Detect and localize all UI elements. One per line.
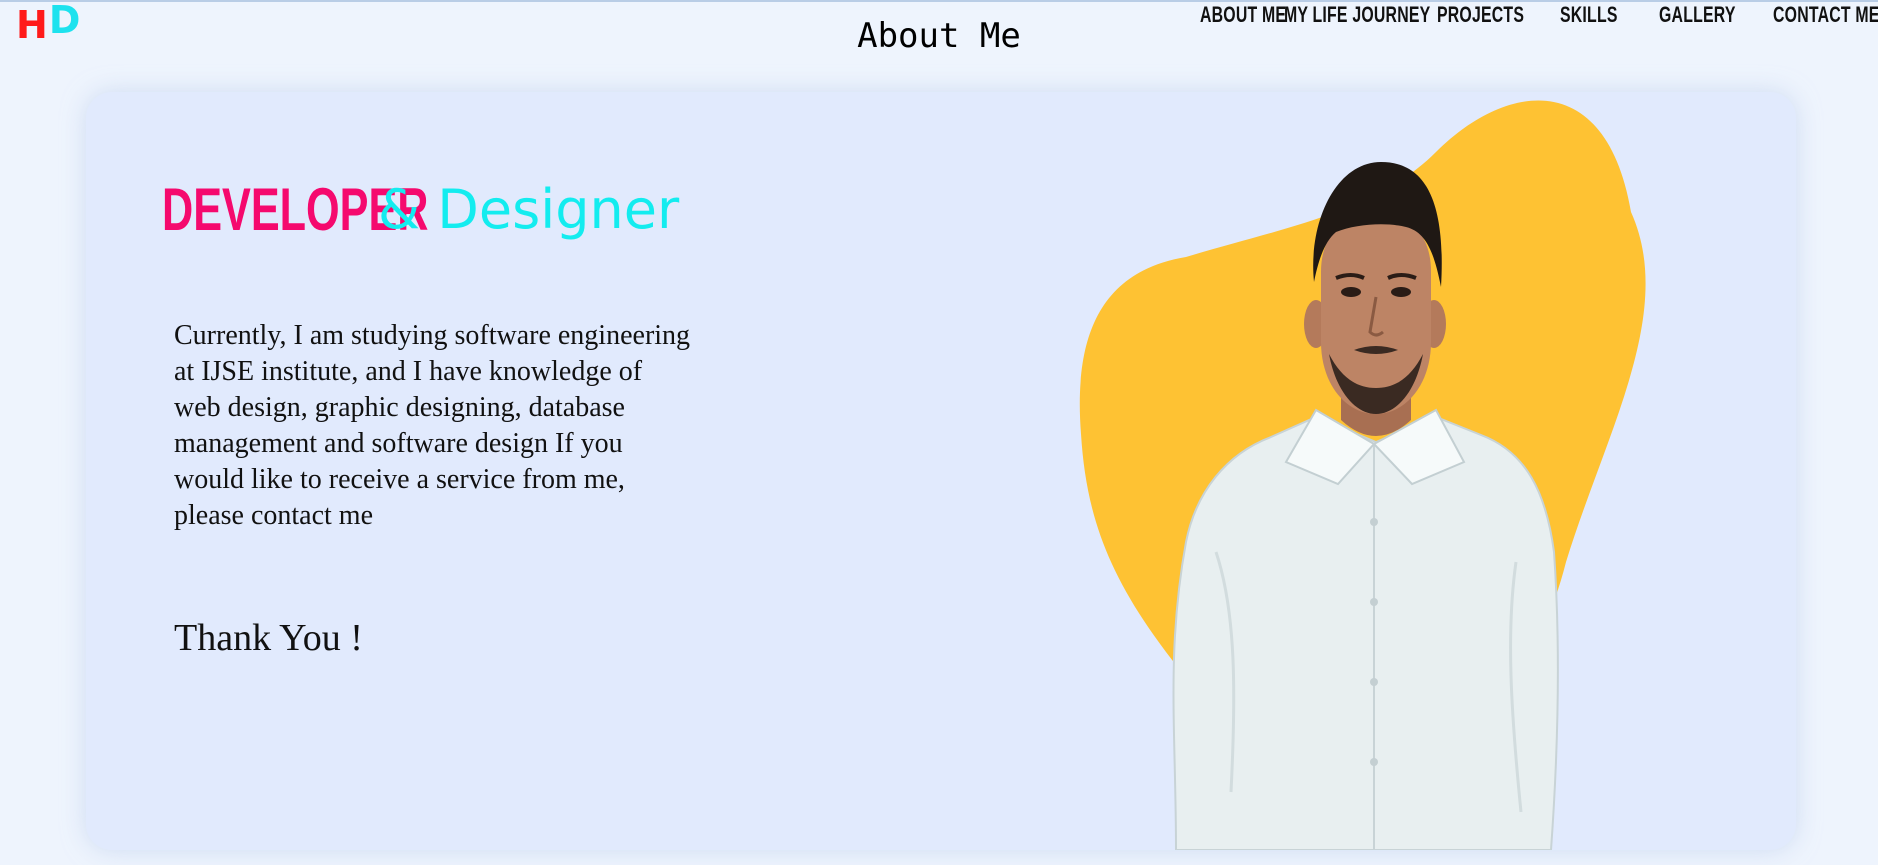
thank-you-text: Thank You ! xyxy=(174,617,363,659)
nav-about-me[interactable]: ABOUT ME xyxy=(1200,2,1286,28)
bio-paragraph: Currently, I am studying software engine… xyxy=(174,320,691,531)
page-title-text: About Me xyxy=(857,16,1021,56)
headline-designer: & Designer xyxy=(378,178,680,241)
nav-skills[interactable]: SKILLS xyxy=(1560,2,1631,28)
hero-headline: DEVELOPER & Designer xyxy=(162,170,679,250)
nav-gallery[interactable]: GALLERY xyxy=(1659,2,1741,28)
profile-illustration xyxy=(1079,100,1646,850)
nav-my-life-journey[interactable]: MY LIFE JOURNEY xyxy=(1284,2,1430,28)
main-nav: ABOUT ME MY LIFE JOURNEY PROJECTS SKILLS… xyxy=(1200,0,1878,30)
profile-photo-area xyxy=(986,92,1796,850)
hero-card: DEVELOPER & Designer Currently, I am stu… xyxy=(86,92,1796,850)
nav-contact-me[interactable]: CONTACT ME xyxy=(1773,2,1878,28)
nav-projects[interactable]: PROJECTS xyxy=(1437,2,1526,28)
